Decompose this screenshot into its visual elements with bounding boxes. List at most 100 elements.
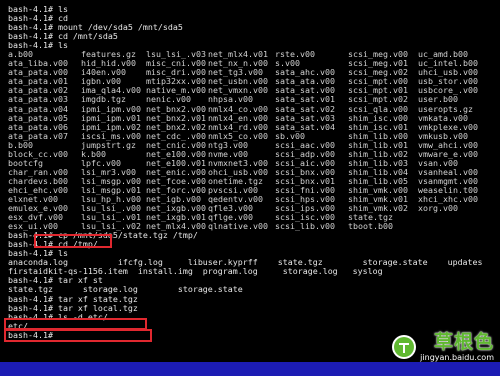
file-entry: usb_stor.v00 xyxy=(418,77,478,87)
file-entry: lpfc.v00 xyxy=(81,158,121,168)
file-entry: sata_sat.v04 xyxy=(275,122,335,132)
file-entry: k.b00 xyxy=(81,149,106,159)
listing-row: ata_liba.v00 hid_hid.v00 misc_cni.v00 net_n… xyxy=(8,59,494,68)
file-entry: scsi_lib.v00 xyxy=(275,222,335,232)
file-entry: nhpsa.v00 xyxy=(208,95,253,105)
file-entry: jumpstrt.gz xyxy=(81,140,136,150)
file-entry: scsi_ips.v00 xyxy=(275,204,335,214)
file-entry: scsi_meg.v01 xyxy=(348,59,408,69)
file-entry: native_m.v00 xyxy=(146,86,206,96)
listing-row: a.b00 features.gz lsu_lsi_.v03 net_mlx4.v01… xyxy=(8,50,494,59)
watermark-brand: 草根色 xyxy=(433,331,494,353)
file-entry: imgdb.tgz xyxy=(81,95,126,105)
terminal-line: bash-4.1# ls xyxy=(8,5,68,14)
file-entry: vmkata.v00 xyxy=(418,113,468,123)
watermark-text: 草根色 jingyan.baidu.com xyxy=(420,331,494,363)
file-entry: ata_pata.v01 xyxy=(8,77,68,87)
file-entry: shim_lib.v02 xyxy=(348,149,408,159)
file-entry: ehci_ehc.v00 xyxy=(8,185,68,195)
file-entry: lsu_lsi_.v03 xyxy=(146,50,206,60)
file-entry: scsi_mpt.v02 xyxy=(348,95,408,105)
command-history-bottom: bash-4.1# cp /mnt/sda5/state.tgz /tmp/ba… xyxy=(8,231,494,340)
file-entry: uc_intel.b00 xyxy=(418,59,478,69)
listing-row: ata_pata.v04 ipmi_ipm.v00 net_bnx2.v00 nmlx… xyxy=(8,105,494,114)
file-entry: nvme.v00 xyxy=(208,149,248,159)
file-entry: xorg.v00 xyxy=(418,204,458,214)
file-entry: nmlx4_en.v00 xyxy=(208,113,268,123)
listing-row: ata_pata.v06 ipmi_ipm.v02 net_bnx2.v02 nmlx… xyxy=(8,123,494,132)
file-entry: emulex_e.v00 xyxy=(8,204,68,214)
file-entry: vmware_e.v00 xyxy=(418,149,478,159)
file-entry: scsi_mpt.v01 xyxy=(348,86,408,96)
file-entry: lsu_lsi_.v01 xyxy=(81,213,141,223)
listing-row: elxnet.v00 lsu_hp_h.v00 net_igb.v00 qedentv… xyxy=(8,195,494,204)
file-entry: hid_hid.v00 xyxy=(81,59,136,69)
file-entry: vmkusb.v00 xyxy=(418,131,468,141)
terminal-line: bash-4.1# ls xyxy=(8,40,68,51)
terminal-console[interactable]: bash-4.1# ls bash-4.1# cd bash-4.1# mount … xyxy=(8,5,494,357)
file-entry: sb.v00 xyxy=(275,131,305,141)
file-entry: shim_isc.v00 xyxy=(348,113,408,123)
file-entry: sata_sat.v00 xyxy=(275,86,335,96)
file-entry: ata_pata.v04 xyxy=(8,104,68,114)
file-entry: net_enic.v00 xyxy=(146,167,206,177)
file-entry: elxnet.v00 xyxy=(8,194,58,204)
file-entry: ohci_usb.v00 xyxy=(208,167,268,177)
file-entry: mtip32xx.v00 xyxy=(146,77,206,87)
file-entry: net_ixgb.v00 xyxy=(146,204,206,214)
file-entry: vmkplexe.v00 xyxy=(418,122,478,132)
file-entry: scsi_bnx.v00 xyxy=(275,167,335,177)
file-entry: shim_vmk.v00 xyxy=(348,185,408,195)
file-entry: pvscsi.v00 xyxy=(208,185,258,195)
watermark: 草根色 jingyan.baidu.com xyxy=(391,332,494,362)
file-entry: qlnative.v00 xyxy=(208,222,268,232)
file-entry: qfle3.v00 xyxy=(208,204,253,214)
file-entry: scsi_qla.v00 xyxy=(348,104,408,114)
file-entry: shim_lib.v04 xyxy=(348,167,408,177)
file-entry: net_e100.v00 xyxy=(146,149,206,159)
file-entry: net_vmxn.v00 xyxy=(208,86,268,96)
file-entry: chardevs.b00 xyxy=(8,176,68,186)
file-entry: net_mlx4.v01 xyxy=(208,50,268,60)
file-entry: block_cc.v00 xyxy=(8,149,68,159)
file-entry: net_usbn.v00 xyxy=(208,77,268,87)
file-entry: misc_cni.v00 xyxy=(146,59,206,69)
file-entry: net_e100.v01 xyxy=(146,158,206,168)
file-entry: net_forc.v00 xyxy=(146,185,206,195)
file-entry: shim_vmk.v01 xyxy=(348,194,408,204)
file-entry: esx_dvf.v00 xyxy=(8,213,63,223)
file-entry: net_igb.v00 xyxy=(146,194,201,204)
file-entry: nenic.v00 xyxy=(146,95,191,105)
file-entry: net_ixgb.v01 xyxy=(146,213,206,223)
file-entry: qedentv.v00 xyxy=(208,194,263,204)
file-entry: lsu_lsi_.v00 xyxy=(81,204,141,214)
file-entry: scsi_fni.v00 xyxy=(275,185,335,195)
file-entry: scsi_aic.v00 xyxy=(275,158,335,168)
file-entry: net_fcoe.v00 xyxy=(146,176,206,186)
file-entry: sata_sat.v02 xyxy=(275,104,335,114)
file-entry: a.b00 xyxy=(8,50,33,60)
file-entry: ata_pata.v05 xyxy=(8,113,68,123)
terminal-line: bash-4.1# cd /mnt/sda5 xyxy=(8,31,118,42)
listing-row: b.b00 jumpstrt.gz net_cnic.v00 ntg3.v00 scsi… xyxy=(8,141,494,150)
directory-listing: a.b00 features.gz lsu_lsi_.v03 net_mlx4.v01… xyxy=(8,50,494,231)
file-entry: scsi_adp.v00 xyxy=(275,149,335,159)
file-entry xyxy=(418,222,488,231)
listing-row: ehci_ehc.v00 lsi_msgp.v01 net_forc.v00 pvsc… xyxy=(8,186,494,195)
file-entry: lsi_mr3.v00 xyxy=(81,167,136,177)
terminal-line: bash-4.1# ls -d etc/ xyxy=(8,311,108,322)
listing-row: block_cc.v00 k.b00 net_e100.v00 nvme.v00 scs… xyxy=(8,150,494,159)
command-history-top: bash-4.1# ls bash-4.1# cd bash-4.1# mount … xyxy=(8,5,494,50)
file-entry: scsi_mpt.v00 xyxy=(348,77,408,87)
file-entry: shim_vmk.v02 xyxy=(348,204,408,214)
file-entry: features.gz xyxy=(81,50,136,60)
file-entry: onetime.tgz xyxy=(208,176,263,186)
file-entry: vsanmgmt.v00 xyxy=(418,176,478,186)
file-entry: rste.v00 xyxy=(275,50,315,60)
listing-row: ata_pata.v01 igbn.v00 mtip32xx.v00 net_usbn… xyxy=(8,77,494,86)
listing-row: ata_pata.v05 ipmi_ipm.v01 net_bnx2.v01 nmlx… xyxy=(8,114,494,123)
terminal-line: bash-4.1# cd /tmp/ xyxy=(8,239,98,250)
status-bar xyxy=(0,362,500,376)
file-entry: sata_sat.v03 xyxy=(275,113,335,123)
file-entry: vsanheal.v00 xyxy=(418,167,478,177)
